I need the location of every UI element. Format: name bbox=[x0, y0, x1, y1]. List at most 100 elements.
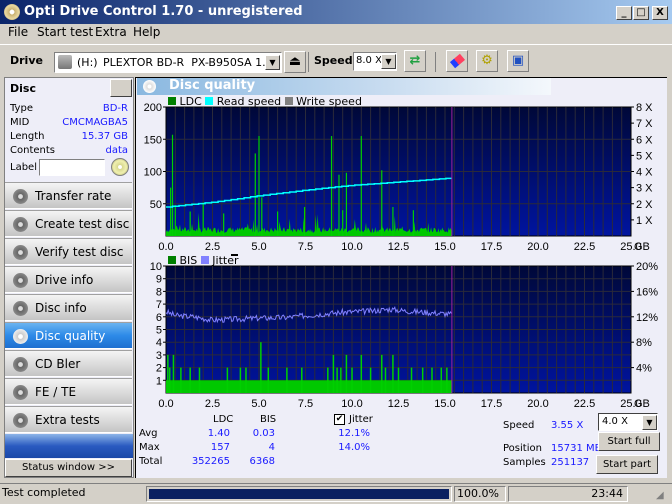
stats-total-ldc: 352265 bbox=[191, 456, 230, 467]
minimize-button[interactable]: _ bbox=[616, 6, 632, 20]
nav-label: CD Bler bbox=[35, 357, 81, 371]
nav-create-test-disc[interactable]: Create test disc bbox=[5, 210, 132, 237]
menu-start-test[interactable]: Start test bbox=[37, 25, 93, 39]
stats-total-label: Total bbox=[139, 456, 163, 467]
nav-disc-quality[interactable]: Disc quality bbox=[5, 322, 132, 349]
nav-label: Drive info bbox=[35, 273, 94, 287]
start-full-button[interactable]: Start full bbox=[598, 432, 660, 451]
jitter-label: Jitter bbox=[349, 414, 373, 425]
menu-file[interactable]: File bbox=[8, 25, 28, 39]
stats-max-ldc: 157 bbox=[210, 442, 230, 453]
app-icon bbox=[4, 4, 20, 20]
speed-info-value: 3.55 X bbox=[551, 420, 584, 431]
x-tick-label: 20.0 bbox=[527, 241, 548, 250]
x-tick-label: 2.5 bbox=[205, 241, 220, 250]
stats-avg-label: Avg bbox=[139, 428, 158, 439]
y-tick-label: 5 bbox=[156, 325, 162, 337]
drive-letter: (H:) bbox=[77, 56, 98, 69]
nav-label: Verify test disc bbox=[35, 245, 124, 259]
disc-header: Disc bbox=[5, 78, 133, 98]
status-bar: Test completed 100.0% 23:44 ◢ bbox=[0, 483, 672, 504]
menu-extra[interactable]: Extra bbox=[95, 25, 127, 39]
jitter-checkbox[interactable]: ✔ bbox=[334, 414, 345, 425]
progress-label: 100.0% bbox=[454, 486, 506, 502]
y2-tick-label: 7 X bbox=[636, 118, 653, 130]
y-tick-label: 2 bbox=[156, 363, 162, 375]
speed-info-label: Speed bbox=[503, 420, 535, 431]
stats-avg-bis: 0.03 bbox=[252, 428, 275, 439]
y2-tick-label: 4% bbox=[636, 363, 652, 375]
x-tick-label: 5.0 bbox=[251, 398, 266, 410]
nav-label: FE / TE bbox=[35, 385, 77, 399]
nav-cd-bler[interactable]: CD Bler bbox=[5, 350, 132, 377]
close-button[interactable]: X bbox=[652, 6, 668, 20]
x-axis-unit: GB bbox=[634, 398, 650, 410]
status-text: Test completed bbox=[2, 486, 86, 499]
status-window-button[interactable]: Status window >> bbox=[5, 459, 132, 477]
nav-label: Create test disc bbox=[35, 217, 130, 231]
drive-select[interactable]: (H:) PLEXTOR BD-R PX-B950SA 1.04 ▼ bbox=[54, 52, 282, 73]
y-tick-label: 100 bbox=[144, 167, 162, 179]
nav-label: Transfer rate bbox=[35, 189, 112, 203]
settings-icon[interactable]: ⚙ bbox=[476, 50, 498, 72]
disc-icon bbox=[13, 301, 28, 316]
x-tick-label: 20.0 bbox=[527, 398, 548, 410]
nav-extra-tests[interactable]: Extra tests bbox=[5, 406, 132, 433]
eject-icon[interactable]: ⏏ bbox=[284, 51, 306, 73]
disc-label-input[interactable] bbox=[39, 159, 105, 176]
y-tick-label: 6 bbox=[156, 312, 162, 324]
y-tick-label: 200 bbox=[144, 102, 162, 114]
disc-icon[interactable] bbox=[111, 158, 129, 176]
save-icon[interactable]: ▣ bbox=[507, 50, 529, 72]
nav-transfer-rate[interactable]: Transfer rate bbox=[5, 182, 132, 209]
disc-label-label: Label bbox=[10, 162, 37, 173]
status-time: 23:44 bbox=[508, 486, 628, 502]
disc-type-label: Type bbox=[10, 103, 33, 114]
disc-contents-label: Contents bbox=[10, 145, 55, 156]
test-speed-select[interactable]: 4.0 X ▼ bbox=[598, 413, 658, 431]
disc-header-label: Disc bbox=[10, 82, 36, 95]
y-tick-label: 4 bbox=[156, 337, 162, 349]
resize-grip-icon[interactable]: ◢ bbox=[656, 490, 664, 501]
disc-icon bbox=[143, 80, 156, 93]
y2-tick-label: 8 X bbox=[636, 102, 653, 114]
disc-icon bbox=[13, 273, 28, 288]
chevron-down-icon[interactable]: ▼ bbox=[381, 54, 396, 69]
nav-fe-te[interactable]: FE / TE bbox=[5, 378, 132, 405]
nav-verify-test-disc[interactable]: Verify test disc bbox=[5, 238, 132, 265]
y2-tick-label: 12% bbox=[636, 312, 658, 324]
x-tick-label: 12.5 bbox=[388, 241, 409, 250]
x-axis-unit: GB bbox=[634, 241, 650, 250]
x-tick-label: 7.5 bbox=[298, 398, 313, 410]
speed-select[interactable]: 8.0 X ▼ bbox=[353, 52, 397, 71]
nav-drive-info[interactable]: Drive info bbox=[5, 266, 132, 293]
disc-header-button[interactable] bbox=[110, 79, 132, 97]
menu-help[interactable]: Help bbox=[133, 25, 160, 39]
x-tick-label: 12.5 bbox=[388, 398, 409, 410]
chevron-down-icon[interactable]: ▼ bbox=[265, 55, 280, 70]
disc-contents-value: data bbox=[105, 145, 128, 156]
ldc-chart: 0.0 2.5 5.0 7.5 10.0 12.5 15.0 17.5 20.0 22.5 25.0… bbox=[144, 102, 654, 250]
start-part-button[interactable]: Start part bbox=[596, 455, 658, 474]
y-tick-label: 50 bbox=[150, 199, 162, 211]
samples-label: Samples bbox=[503, 457, 546, 468]
y2-tick-label: 6 X bbox=[636, 134, 653, 146]
x-tick-label: 17.5 bbox=[481, 241, 502, 250]
y2-tick-label: 3 X bbox=[636, 183, 653, 195]
eraser-icon[interactable] bbox=[446, 50, 468, 72]
y-tick-label: 1 bbox=[156, 375, 162, 387]
y-tick-label: 3 bbox=[156, 350, 162, 362]
y2-tick-label: 20% bbox=[636, 261, 658, 273]
nav-disc-info[interactable]: Disc info bbox=[5, 294, 132, 321]
chevron-down-icon[interactable]: ▼ bbox=[642, 415, 657, 430]
nav-label: Disc info bbox=[35, 301, 87, 315]
panel-header: Disc quality bbox=[137, 78, 551, 95]
disc-mid-value: CMCMAGBA5 bbox=[62, 117, 128, 128]
x-tick-label: 22.5 bbox=[574, 398, 595, 410]
drive-label: Drive bbox=[10, 54, 43, 67]
refresh-icon[interactable]: ⇄ bbox=[404, 50, 426, 72]
progress-bar bbox=[146, 486, 452, 502]
x-tick-label: 0.0 bbox=[158, 241, 173, 250]
maximize-button[interactable]: □ bbox=[633, 6, 649, 20]
stats-max-label: Max bbox=[139, 442, 160, 453]
